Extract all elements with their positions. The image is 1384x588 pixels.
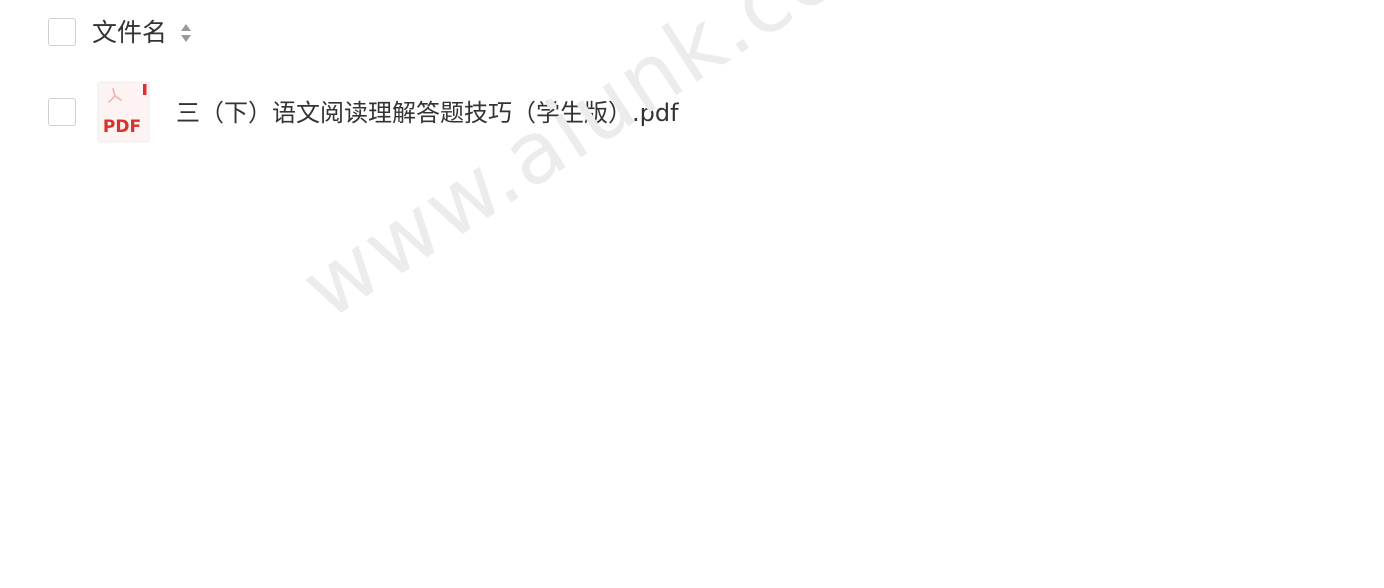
file-name-link[interactable]: 三（下）语文阅读理解答题技巧（学生版）.pdf xyxy=(176,95,679,131)
file-checkbox[interactable] xyxy=(48,98,76,126)
pdf-file-icon: PDF xyxy=(97,81,150,143)
select-all-checkbox[interactable] xyxy=(48,18,76,46)
pdf-icon-label: PDF xyxy=(103,117,141,137)
table-row[interactable]: PDF 三（下）语文阅读理解答题技巧（学生版）.pdf xyxy=(0,78,1384,148)
sort-icon[interactable] xyxy=(179,21,193,45)
filename-column-header[interactable]: 文件名 xyxy=(92,16,167,50)
file-list-header: 文件名 xyxy=(0,0,1384,66)
file-list-page: 文件名 PDF 三（下）语文阅读理解答题技巧（学生版）.pdf www.aiun… xyxy=(0,0,1384,588)
